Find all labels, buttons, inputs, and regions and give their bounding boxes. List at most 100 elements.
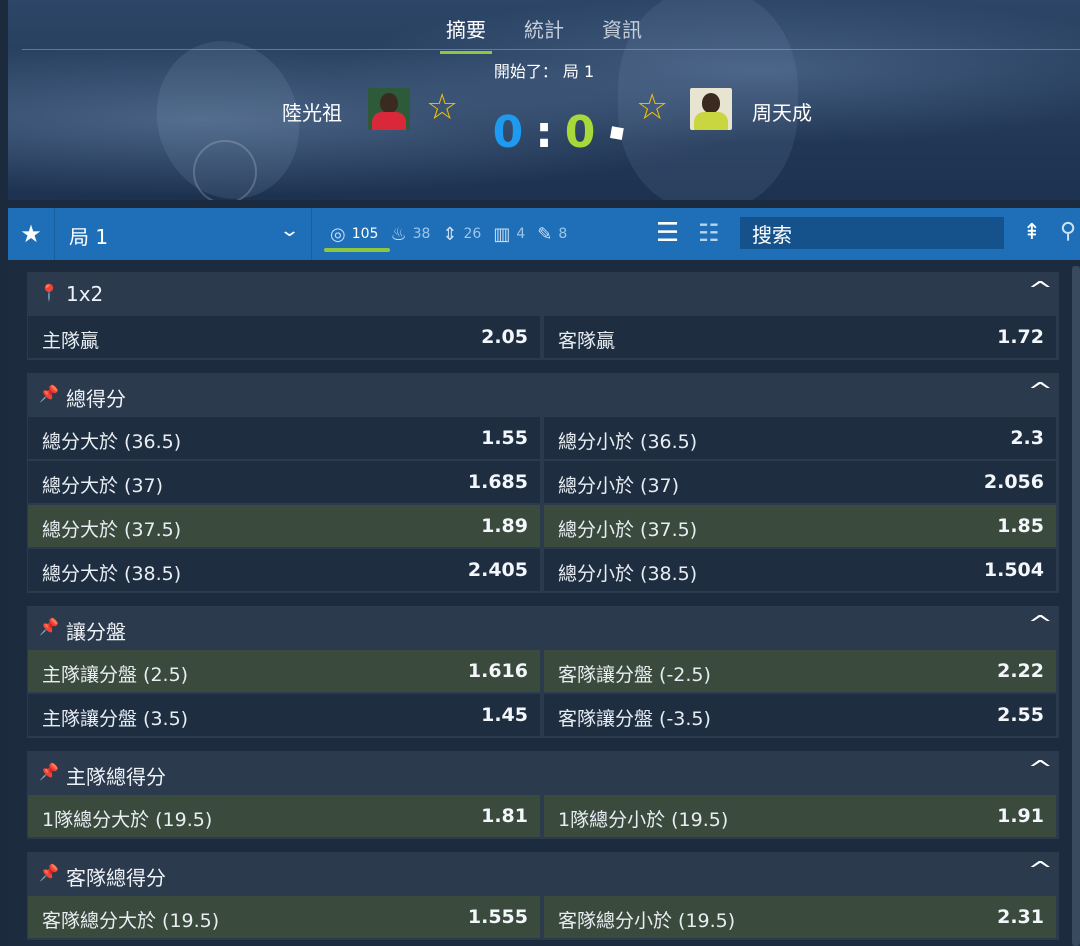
pin-icon[interactable]: ⚲ [1060,219,1076,244]
away-team-name: 周天成 [752,101,812,125]
market-title: 客隊總得分 [66,866,166,890]
outcome-odds: 1.89 [481,515,528,537]
avatar-head [702,93,720,113]
outcome-label: 總分大於 (38.5) [42,563,182,585]
outcome-odds: 1.45 [481,704,528,726]
collapse-all-icon[interactable]: ⇞ [1016,220,1048,246]
match-status: 開始了： 局 1 [493,62,595,81]
outcome-odds: 1.504 [983,559,1044,581]
chevron-up-icon[interactable]: ^ [1027,858,1053,883]
filter-all[interactable]: ◎ 105 [330,224,378,245]
pin-icon[interactable]: 📌 [39,384,59,403]
odds-cell[interactable]: 主隊讓分盤 (3.5) 1.45 [28,694,540,736]
odds-cell[interactable]: 1隊總分大於 (19.5) 1.81 [28,795,540,837]
chevron-up-icon[interactable]: ^ [1027,612,1053,637]
scrollbar-thumb[interactable] [1072,266,1080,946]
odds-cell[interactable]: 客隊讓分盤 (-2.5) 2.22 [544,650,1056,692]
outcome-label: 主隊贏 [42,330,100,352]
tab-summary[interactable]: 摘要 [440,14,492,54]
market-row: 1隊總分大於 (19.5) 1.81 1隊總分小於 (19.5) 1.91 [27,795,1059,839]
market-away-total: 📌 客隊總得分 ^ 客隊總分大於 (19.5) 1.555 客隊總分小於 (19.… [27,852,1059,940]
market-row: 主隊贏 2.05 客隊贏 1.72 [27,316,1059,360]
pin-icon[interactable]: 📍 [39,283,59,302]
odds-cell[interactable]: 總分大於 (37.5) 1.89 [28,505,540,547]
market-header[interactable]: 📌 客隊總得分 ^ [27,852,1059,896]
outcome-label: 客隊贏 [558,330,616,352]
outcome-odds: 2.31 [997,906,1044,928]
favorites-star-icon[interactable]: ★ [8,208,55,260]
fire-icon: ♨ [390,223,407,245]
odds-cell[interactable]: 客隊總分大於 (19.5) 1.555 [28,896,540,938]
market-row: 總分大於 (38.5) 2.405 總分小於 (38.5) 1.504 [27,549,1059,593]
period-select-value: 局 1 [69,225,109,249]
market-title: 1x2 [66,282,104,306]
outcome-label: 總分小於 (37) [558,475,680,497]
filter-over-under[interactable]: ⇕ 26 [442,224,481,245]
odds-cell[interactable]: 客隊贏 1.72 [544,316,1056,358]
market-title: 主隊總得分 [66,765,166,789]
odds-cell[interactable]: 主隊讓分盤 (2.5) 1.616 [28,650,540,692]
filter-popular[interactable]: ♨ 38 [390,224,430,245]
outcome-label: 1隊總分小於 (19.5) [558,809,729,831]
search-input[interactable] [740,217,1004,249]
tab-stats[interactable]: 統計 [518,14,570,54]
outcome-odds: 1.85 [997,515,1044,537]
hero-tabs: 摘要 統計 資訊 [8,14,1080,54]
chevron-up-icon[interactable]: ^ [1027,278,1053,303]
chevron-up-icon[interactable]: ^ [1027,379,1053,404]
filter-count: 105 [351,226,379,242]
market-row: 總分大於 (37) 1.685 總分小於 (37) 2.056 [27,461,1059,505]
odds-cell[interactable]: 總分小於 (37.5) 1.85 [544,505,1056,547]
home-score: 0 [492,107,524,158]
filter-stats[interactable]: ▥ 4 [493,224,525,245]
outcome-label: 客隊總分大於 (19.5) [42,910,220,932]
pin-icon[interactable]: 📌 [39,762,59,781]
market-title: 讓分盤 [66,620,126,644]
stats-icon: ▥ [493,223,511,245]
market-toolbar: ★ 局 1 ⌄ ◎ 105 ♨ 38 ⇕ 26 ▥ 4 ✎ 8 ☰ ☷ ⇞ ⚲ [8,208,1080,260]
outcome-label: 總分大於 (37.5) [42,519,182,541]
active-filter-indicator [324,248,390,252]
outcome-odds: 2.405 [467,559,528,581]
outcome-odds: 2.3 [1010,427,1044,449]
market-home-total: 📌 主隊總得分 ^ 1隊總分大於 (19.5) 1.81 1隊總分小於 (19.5… [27,751,1059,839]
odds-cell[interactable]: 總分小於 (37) 2.056 [544,461,1056,503]
outcome-odds: 2.55 [997,704,1044,726]
outcome-label: 1隊總分大於 (19.5) [42,809,213,831]
period-select[interactable]: 局 1 ⌄ [55,208,312,260]
market-header[interactable]: 📌 主隊總得分 ^ [27,751,1059,795]
chevron-down-icon: ⌄ [278,220,301,241]
odds-cell[interactable]: 1隊總分小於 (19.5) 1.91 [544,795,1056,837]
market-header[interactable]: 📍 1x2 ^ [27,272,1059,316]
filter-special[interactable]: ✎ 8 [537,224,567,245]
outcome-odds: 1.685 [467,471,528,493]
odds-cell[interactable]: 主隊贏 2.05 [28,316,540,358]
away-favorite-star-icon[interactable]: ☆ [636,90,668,126]
chevron-up-icon[interactable]: ^ [1027,757,1053,782]
outcome-odds: 1.91 [997,805,1044,827]
away-score: 0 [564,107,596,158]
updown-icon: ⇕ [442,223,458,245]
market-header[interactable]: 📌 讓分盤 ^ [27,606,1059,650]
odds-cell[interactable]: 總分大於 (37) 1.685 [28,461,540,503]
odds-cell[interactable]: 總分大於 (36.5) 1.55 [28,417,540,459]
filter-count: 38 [412,226,431,242]
outcome-odds: 2.056 [983,471,1044,493]
outcome-odds: 2.22 [997,660,1044,682]
outcome-label: 客隊總分小於 (19.5) [558,910,736,932]
market-header[interactable]: 📌 總得分 ^ [27,373,1059,417]
odds-cell[interactable]: 客隊讓分盤 (-3.5) 2.55 [544,694,1056,736]
pin-icon[interactable]: 📌 [39,863,59,882]
odds-cell[interactable]: 客隊總分小於 (19.5) 2.31 [544,896,1056,938]
wand-icon: ✎ [537,223,553,245]
odds-cell[interactable]: 總分小於 (36.5) 2.3 [544,417,1056,459]
market-1x2: 📍 1x2 ^ 主隊贏 2.05 客隊贏 1.72 [27,272,1059,360]
odds-cell[interactable]: 總分大於 (38.5) 2.405 [28,549,540,591]
odds-cell[interactable]: 總分小於 (38.5) 1.504 [544,549,1056,591]
pin-icon[interactable]: 📌 [39,617,59,636]
filter-count: 4 [516,226,526,242]
list-view-icon[interactable]: ☰ [656,220,679,246]
grid-view-icon[interactable]: ☷ [698,220,719,246]
market-title: 總得分 [66,387,126,411]
tab-info[interactable]: 資訊 [596,14,648,54]
